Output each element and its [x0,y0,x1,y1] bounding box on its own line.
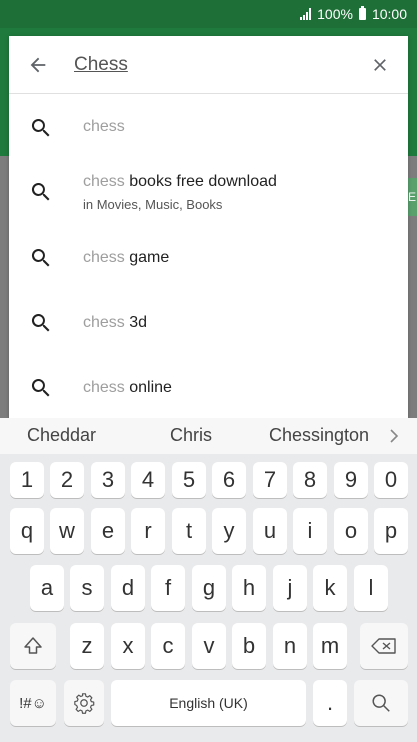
suggestion-category: in Movies, Music, Books [83,197,223,212]
key[interactable]: x [111,623,145,669]
suggestion-text: chess books free download [83,173,277,190]
prediction-item[interactable]: Chessington [269,425,369,446]
suggestion-item[interactable]: chess game [9,224,408,288]
key[interactable]: c [151,623,185,669]
back-arrow-icon[interactable] [27,54,49,76]
key[interactable]: g [192,565,226,611]
key[interactable]: e [91,508,125,554]
suggestion-text: chess [83,118,125,135]
chevron-right-icon[interactable] [389,429,399,443]
key[interactable]: w [50,508,84,554]
battery-percent: 100% [317,6,353,22]
key[interactable]: 2 [50,462,84,498]
search-icon [31,314,50,332]
key[interactable]: r [131,508,165,554]
key[interactable]: 5 [172,462,206,498]
key[interactable]: q [10,508,44,554]
clock: 10:00 [371,6,407,22]
suggestion-item[interactable]: chess online [9,354,408,418]
search-bar [9,36,408,94]
key[interactable]: p [374,508,408,554]
suggestion-item[interactable]: chess 3d [9,289,408,353]
suggestion-item[interactable]: chess [9,94,408,158]
prediction-item[interactable]: Cheddar [27,425,96,446]
suggestion-text: chess online [83,379,172,396]
search-key[interactable] [354,680,408,726]
key[interactable]: 6 [212,462,246,498]
search-icon [31,119,50,137]
status-bar: 100% 10:00 [0,0,417,28]
background-button-edge: E [408,178,417,216]
prediction-item[interactable]: Chris [170,425,212,446]
key[interactable]: 0 [374,462,408,498]
key[interactable]: 1 [10,462,44,498]
key[interactable]: 3 [91,462,125,498]
key[interactable]: i [293,508,327,554]
search-input[interactable] [74,52,344,78]
key[interactable]: k [313,565,347,611]
key[interactable]: o [334,508,368,554]
key[interactable]: v [192,623,226,669]
search-icon [31,183,50,201]
suggestion-text: chess game [83,249,170,266]
close-icon[interactable] [370,55,390,75]
backspace-key[interactable] [360,623,408,669]
shift-icon [24,637,42,654]
key[interactable]: a [30,565,64,611]
key[interactable]: t [172,508,206,554]
search-icon [372,694,390,712]
search-icon [31,249,50,267]
key[interactable]: 9 [334,462,368,498]
key[interactable]: z [70,623,104,669]
backspace-icon [371,638,396,654]
search-suggestions-card: chess chess books free download in Movie… [9,36,408,418]
key[interactable]: f [151,565,185,611]
key[interactable]: b [232,623,266,669]
key[interactable]: u [253,508,287,554]
symbols-key[interactable]: !#☺ [10,680,56,726]
key[interactable]: 8 [293,462,327,498]
shift-key[interactable] [10,623,56,669]
key[interactable]: 4 [131,462,165,498]
key[interactable]: m [313,623,347,669]
signal-icon [300,8,312,20]
prediction-bar: Cheddar Chris Chessington [0,418,417,454]
period-key[interactable]: . [313,680,347,726]
key[interactable]: j [273,565,307,611]
key[interactable]: l [354,565,388,611]
key[interactable]: 7 [253,462,287,498]
key[interactable]: s [70,565,104,611]
key[interactable]: y [212,508,246,554]
settings-icon [74,693,95,714]
suggestion-item[interactable]: chess books free download in Movies, Mus… [9,158,408,222]
keyboard: Cheddar Chris Chessington 1 2 3 4 5 6 7 … [0,418,417,742]
key[interactable]: h [232,565,266,611]
key[interactable]: n [273,623,307,669]
settings-key[interactable] [64,680,104,726]
space-bar[interactable]: English (UK) [111,680,306,726]
suggestion-text: chess 3d [83,314,148,331]
key[interactable]: d [111,565,145,611]
battery-icon [358,6,366,20]
search-icon [31,379,50,397]
